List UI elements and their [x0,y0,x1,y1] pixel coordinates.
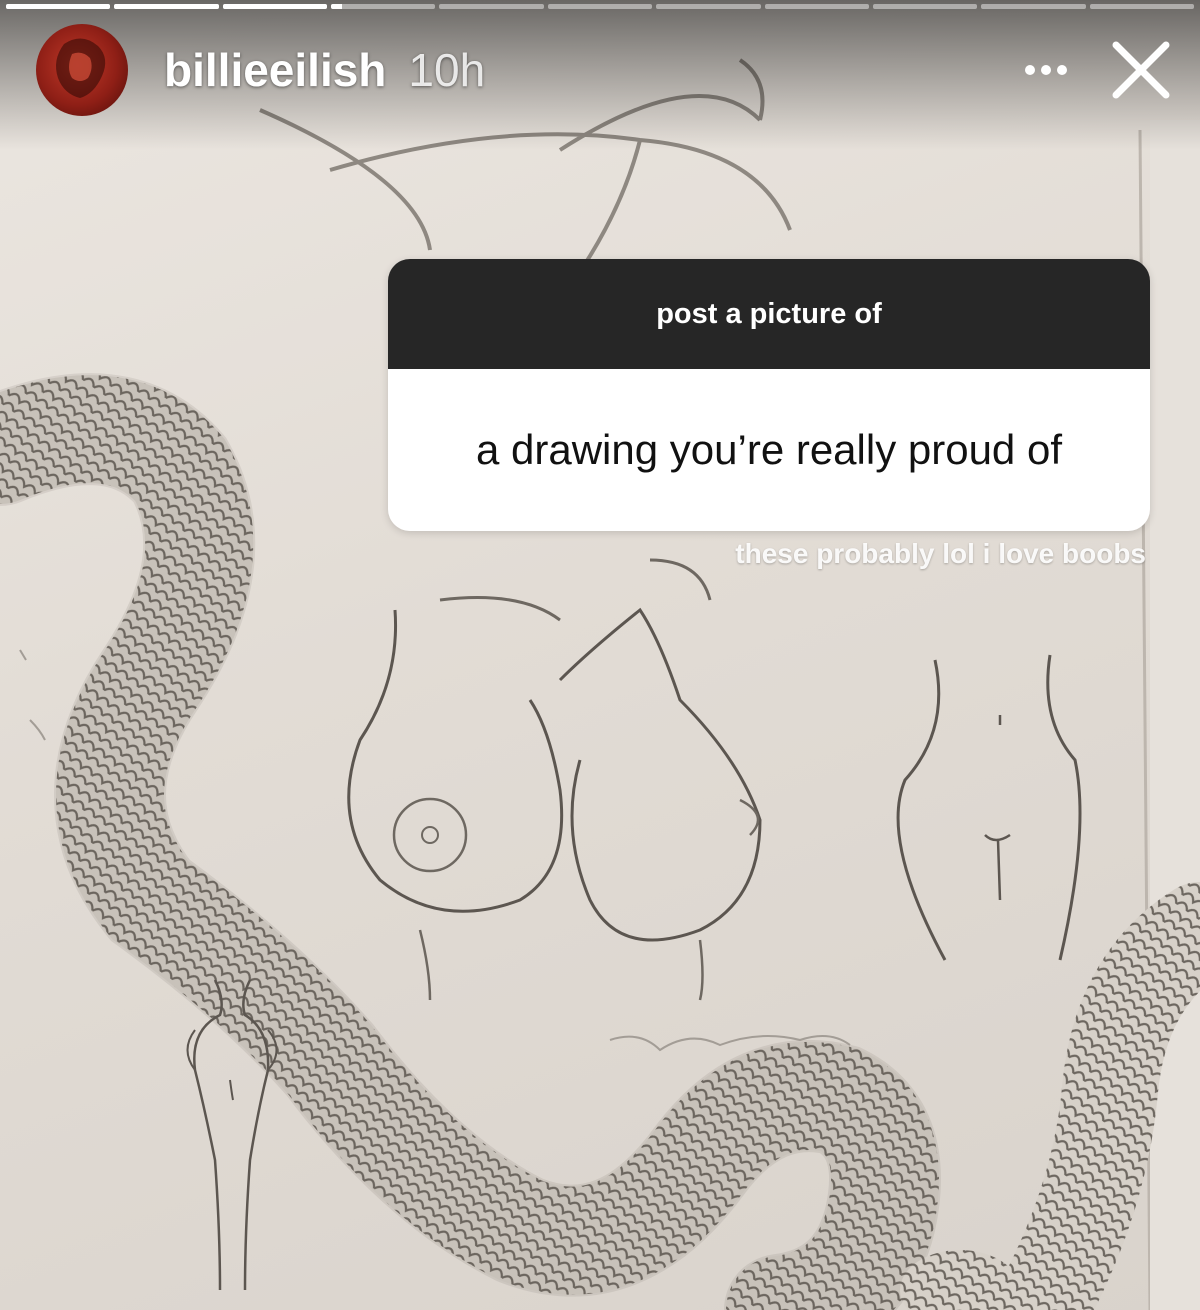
story-progress-fill [222,4,328,9]
story-progress-segment [331,4,436,9]
avatar-image [56,38,106,98]
story-header: billieeilish 10h [36,24,1176,116]
story-progress-fill [331,4,342,9]
question-sticker[interactable]: post a picture of a drawing you’re reall… [388,259,1150,531]
story-progress-segment [981,4,1086,9]
avatar[interactable] [36,24,128,116]
close-icon [1112,41,1170,99]
story-progress-segment [6,4,111,9]
story-progress-segment [114,4,219,9]
story-progress-segment [439,4,544,9]
story-viewer[interactable]: billieeilish 10h post a picture of a dra… [0,0,1200,1310]
close-button[interactable] [1106,35,1176,105]
question-response: a drawing you’re really proud of [388,369,1150,531]
post-time: 10h [408,44,486,96]
story-progress-segment [872,4,978,9]
story-photo [0,58,1200,1310]
story-progress-bar [6,4,1194,9]
story-progress-fill [6,4,111,9]
story-progress-segment [547,4,653,9]
more-options-button[interactable] [1016,50,1076,90]
question-prompt: post a picture of [388,259,1150,369]
story-progress-segment [1089,4,1194,9]
story-progress-segment [656,4,761,9]
story-caption: these probably lol i love boobs [735,538,1146,569]
story-progress-fill [114,4,219,9]
story-progress-segment [222,4,328,9]
username[interactable]: billieeilish [164,43,386,97]
more-horizontal-icon [1025,65,1067,75]
story-progress-segment [764,4,869,9]
